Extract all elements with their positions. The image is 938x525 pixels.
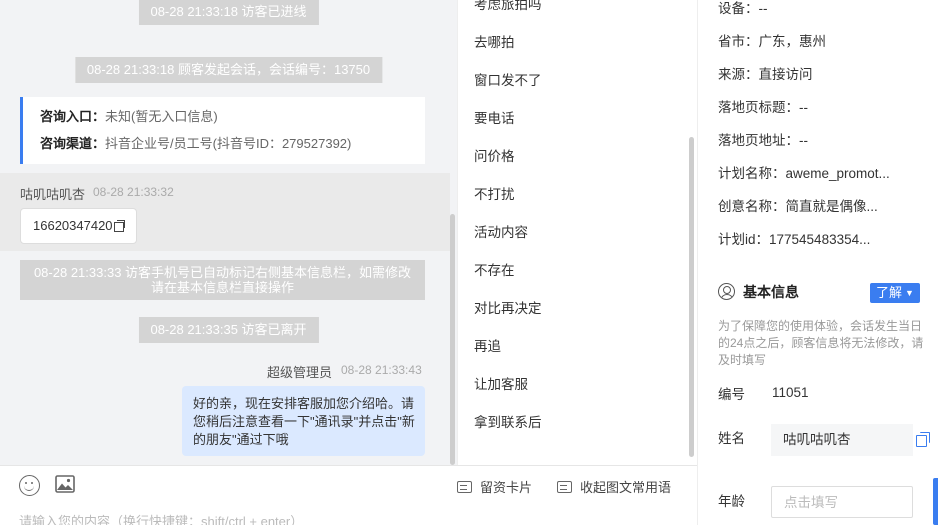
learn-more-label: 了解 bbox=[876, 285, 903, 300]
quick-reply-item[interactable]: 去哪拍 bbox=[474, 33, 515, 53]
user-icon bbox=[718, 283, 735, 300]
landing-url-field: 落地页地址：-- bbox=[718, 133, 808, 148]
channel-label: 咨询渠道： bbox=[40, 136, 106, 151]
system-message-visitor-left: 08-28 21:33:35 访客已离开 bbox=[138, 317, 319, 343]
system-message-visitor-entered: 08-28 21:33:18 访客已进线 bbox=[138, 0, 319, 25]
lead-card-label: 留资卡片 bbox=[480, 480, 533, 495]
visitor-name: 咕叽咕叽杏 bbox=[20, 187, 86, 202]
collapse-phrases-button[interactable]: 收起图文常用语 bbox=[557, 479, 671, 497]
age-label: 年龄 bbox=[718, 494, 745, 509]
emoji-icon[interactable] bbox=[19, 475, 40, 496]
source-field: 来源：直接访问 bbox=[718, 67, 813, 82]
system-message-phone-marked: 08-28 21:33:33 访客手机号已自动标记右侧基本信息栏，如需修改请在基… bbox=[20, 260, 425, 300]
visitor-message-time: 08-28 21:33:32 bbox=[93, 185, 174, 199]
basic-info-title: 基本信息 bbox=[743, 284, 799, 300]
plan-name-field: 计划名称：aweme_promot... bbox=[718, 166, 890, 181]
phrases-icon bbox=[557, 481, 572, 493]
chat-panel: 08-28 21:33:18 访客已进线 08-28 21:33:18 顾客发起… bbox=[0, 0, 457, 465]
entry-value: 未知(暂无入口信息) bbox=[105, 109, 218, 124]
system-message-session-started: 08-28 21:33:18 顾客发起会话，会话编号：13750 bbox=[74, 57, 383, 83]
name-field[interactable]: 咕叽咕叽杏 bbox=[771, 424, 913, 456]
region-field: 省市：广东，惠州 bbox=[718, 34, 826, 49]
lead-card-button[interactable]: 留资卡片 bbox=[457, 479, 532, 497]
quick-reply-item[interactable]: 问价格 bbox=[474, 147, 515, 167]
agent-name: 超级管理员 bbox=[267, 365, 333, 380]
quick-reply-list: 考虑旅拍吗 去哪拍 窗口发不了 要电话 问价格 不打扰 活动内容 不存在 对比再… bbox=[457, 0, 697, 465]
caret-down-icon: ▼ bbox=[905, 288, 914, 298]
device-field: 设备：-- bbox=[718, 1, 768, 16]
consultation-info-card: 咨询入口：未知(暂无入口信息) 咨询渠道：抖音企业号/员工号(抖音号ID：279… bbox=[20, 97, 425, 164]
phone-number: 16620347420 bbox=[33, 218, 113, 233]
id-value: 11051 bbox=[772, 385, 809, 400]
quick-reply-item[interactable]: 让加客服 bbox=[474, 375, 528, 395]
quick-reply-item[interactable]: 不存在 bbox=[474, 261, 515, 281]
quick-reply-item[interactable]: 考虑旅拍吗 bbox=[474, 0, 542, 15]
creative-name-field: 创意名称：简直就是偶像... bbox=[718, 199, 878, 214]
copy-icon[interactable] bbox=[916, 432, 930, 447]
quick-reply-scrollbar[interactable] bbox=[689, 137, 694, 457]
quick-reply-item[interactable]: 对比再决定 bbox=[474, 299, 542, 319]
quick-reply-item[interactable]: 窗口发不了 bbox=[474, 71, 542, 91]
plan-id-field: 计划id：177545483354... bbox=[718, 232, 871, 247]
visitor-message: 咕叽咕叽杏 08-28 21:33:32 16620347420 bbox=[0, 173, 450, 251]
customer-info-panel: 设备：-- 省市：广东，惠州 来源：直接访问 落地页标题：-- 落地页地址：--… bbox=[697, 0, 938, 525]
chat-scrollbar[interactable] bbox=[450, 214, 455, 465]
image-icon[interactable] bbox=[55, 475, 75, 493]
id-label: 编号 bbox=[718, 387, 745, 402]
copy-icon[interactable] bbox=[113, 220, 125, 232]
agent-message-time: 08-28 21:33:43 bbox=[341, 363, 422, 377]
landing-title-field: 落地页标题：-- bbox=[718, 100, 808, 115]
entry-label: 咨询入口： bbox=[40, 109, 106, 124]
agent-message-bubble: 好的亲，现在安排客服加您介绍哈。请您稍后注意查看一下"通讯录"并点击"新的朋友"… bbox=[182, 386, 425, 456]
message-input-bar: 留资卡片 收起图文常用语 bbox=[0, 465, 697, 525]
quick-reply-item[interactable]: 拿到联系后 bbox=[474, 413, 542, 433]
quick-reply-item[interactable]: 再追 bbox=[474, 337, 501, 357]
phone-number-card[interactable]: 16620347420 bbox=[20, 208, 137, 244]
channel-value: 抖音企业号/员工号(抖音号ID：279527392) bbox=[105, 136, 352, 151]
edit-deadline-notice: 为了保障您的使用体验，会话发生当日的24点之后，顾客信息将无法修改，请及时填写 bbox=[718, 319, 924, 367]
card-icon bbox=[457, 481, 472, 493]
entry-line: 咨询入口：未知(暂无入口信息) bbox=[40, 106, 425, 133]
quick-reply-item[interactable]: 要电话 bbox=[474, 109, 515, 129]
quick-reply-item[interactable]: 活动内容 bbox=[474, 223, 528, 243]
age-field[interactable] bbox=[771, 486, 913, 518]
collapse-phrases-label: 收起图文常用语 bbox=[580, 480, 672, 495]
learn-more-button[interactable]: 了解 ▼ bbox=[870, 283, 920, 303]
channel-line: 咨询渠道：抖音企业号/员工号(抖音号ID：279527392) bbox=[40, 133, 425, 160]
floating-action-tab[interactable] bbox=[933, 478, 938, 525]
message-input[interactable] bbox=[19, 513, 439, 525]
name-label: 姓名 bbox=[718, 431, 745, 446]
basic-info-heading: 基本信息 bbox=[718, 282, 799, 302]
quick-reply-item[interactable]: 不打扰 bbox=[474, 185, 515, 205]
